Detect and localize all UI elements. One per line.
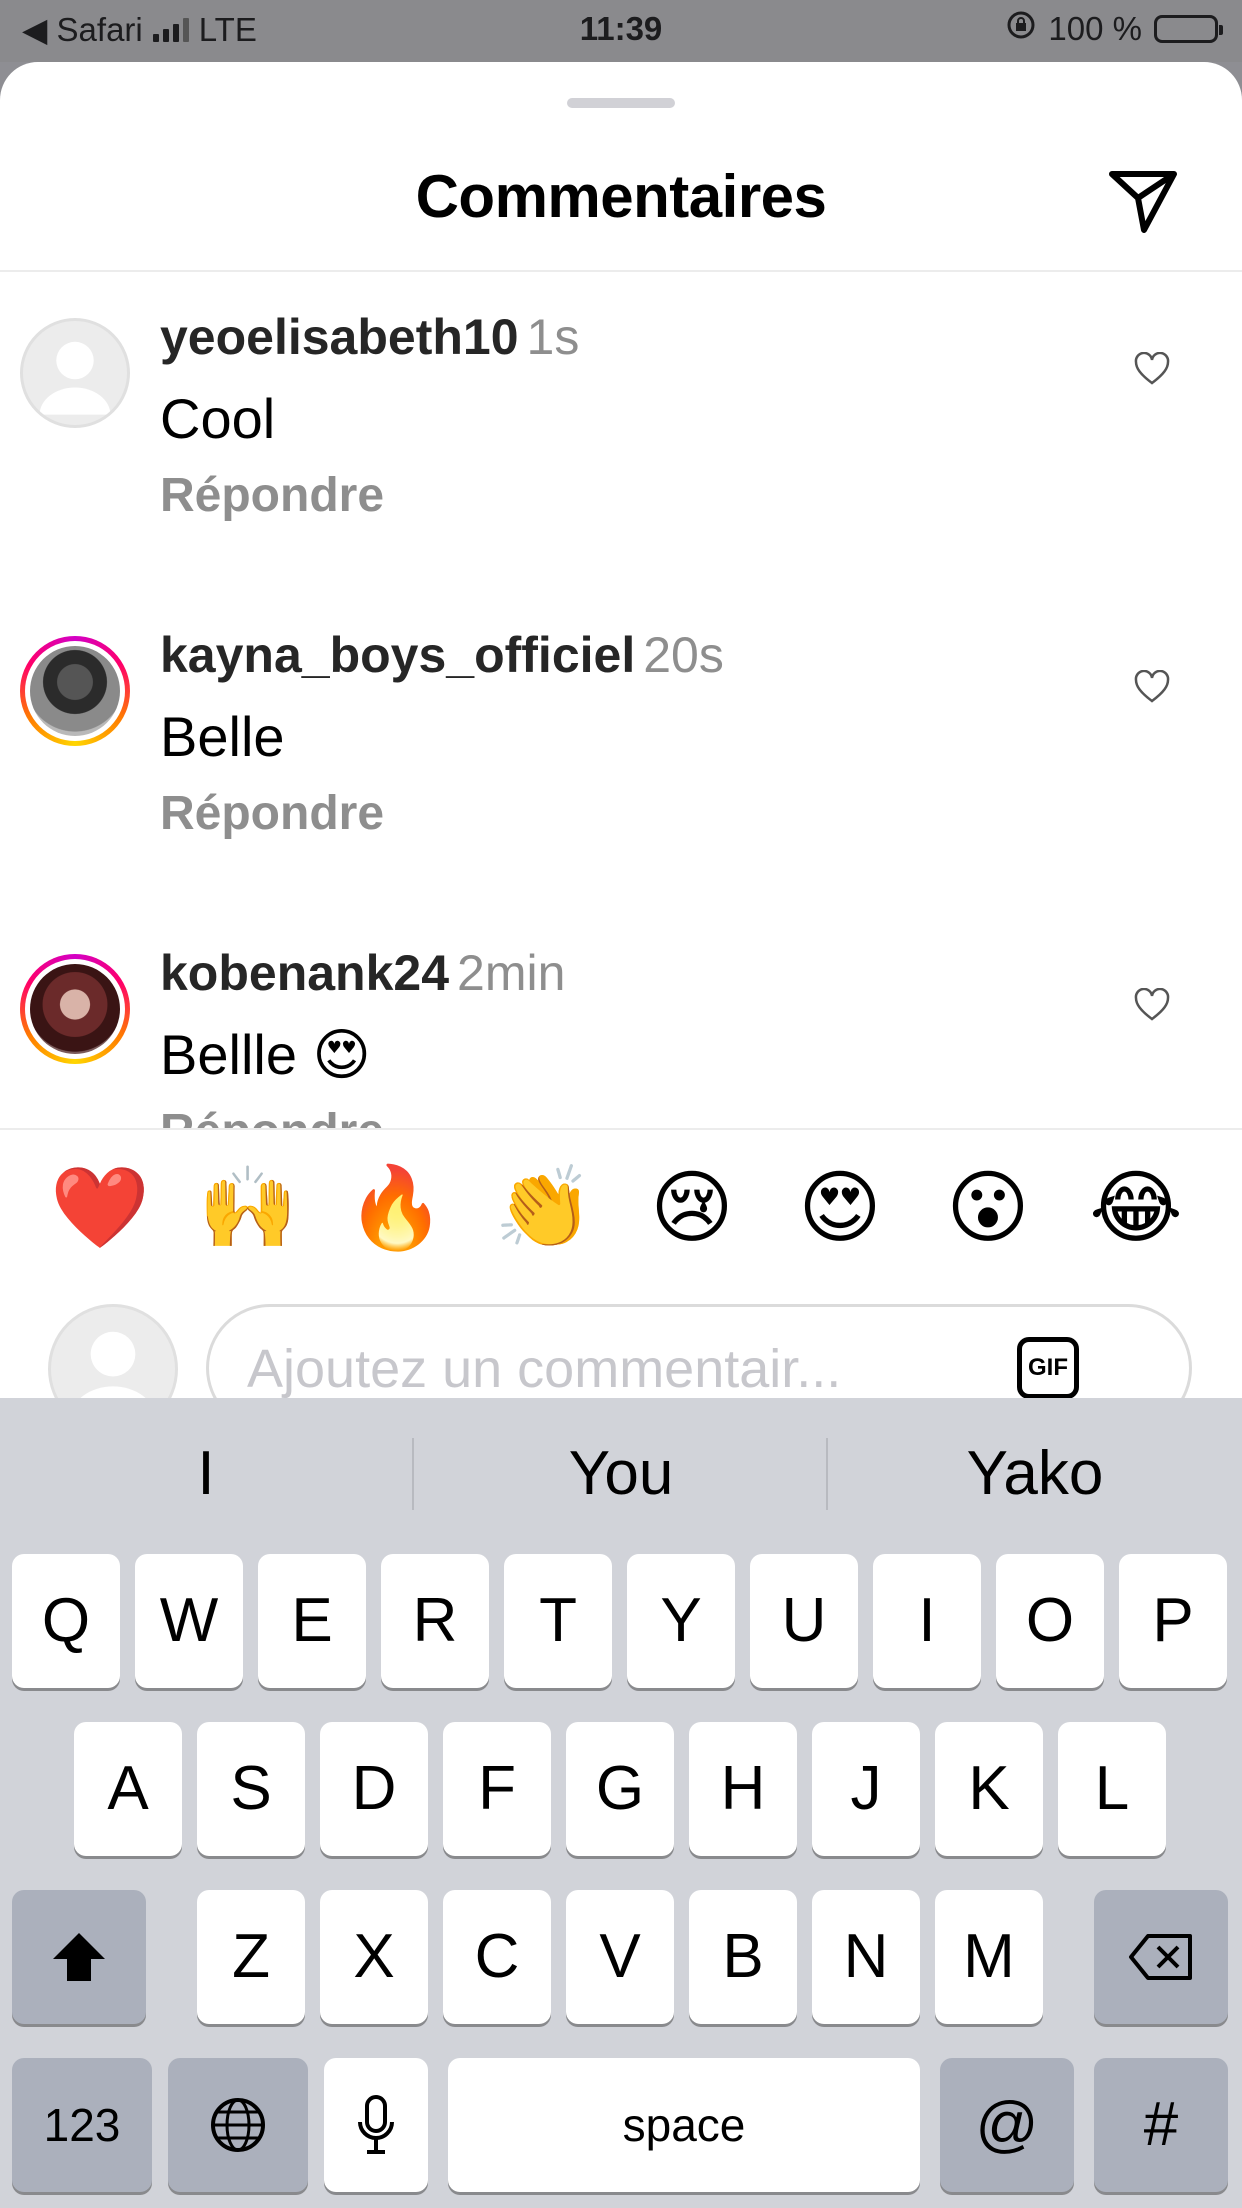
shift-key[interactable] xyxy=(12,1890,146,2024)
suggestion-3[interactable]: Yako xyxy=(829,1438,1241,1509)
comment-text: Cool xyxy=(160,387,276,450)
like-heart-icon[interactable] xyxy=(1134,987,1170,1022)
gif-button[interactable]: GIF xyxy=(1017,1337,1079,1398)
comment-item: kayna_boys_officiel 20s Belle Répondre xyxy=(0,590,1242,908)
comment-composer: GIF xyxy=(0,1242,1242,1398)
key-e[interactable]: E xyxy=(258,1554,366,1688)
share-paper-plane-icon[interactable] xyxy=(1108,168,1178,234)
avatar[interactable] xyxy=(20,318,130,428)
key-p[interactable]: P xyxy=(1119,1554,1227,1688)
globe-key[interactable] xyxy=(168,2058,308,2192)
key-n[interactable]: N xyxy=(812,1890,920,2024)
key-z[interactable]: Z xyxy=(197,1890,305,2024)
microphone-icon xyxy=(358,2095,394,2154)
page-title: Commentaires xyxy=(415,163,827,230)
comment-timestamp: 20s xyxy=(643,627,724,683)
suggestion-divider xyxy=(826,1438,828,1510)
key-a[interactable]: A xyxy=(74,1722,182,1856)
key-v[interactable]: V xyxy=(566,1890,674,2024)
status-right: 100 % xyxy=(1006,10,1223,48)
key-k[interactable]: K xyxy=(935,1722,1043,1856)
reply-button[interactable]: Répondre xyxy=(160,1104,384,1128)
reply-button[interactable]: Répondre xyxy=(160,786,384,841)
hash-key[interactable]: # xyxy=(1094,2058,1228,2192)
suggestion-1[interactable]: I xyxy=(0,1438,412,1509)
key-y[interactable]: Y xyxy=(627,1554,735,1688)
key-u[interactable]: U xyxy=(750,1554,858,1688)
key-b[interactable]: B xyxy=(689,1890,797,2024)
predictive-bar: I You Yako xyxy=(0,1398,1242,1548)
comment-input[interactable] xyxy=(245,1307,1009,1398)
key-x[interactable]: X xyxy=(320,1890,428,2024)
backspace-key[interactable] xyxy=(1094,1890,1228,2024)
status-bar: ◀ Safari LTE 11:39 100 % xyxy=(0,0,1242,62)
comment-header: kobenank24 2min xyxy=(160,944,565,1002)
key-w[interactable]: W xyxy=(135,1554,243,1688)
comment-item: kobenank242min Bellle 😍 Répondre xyxy=(0,908,1242,1128)
comment-text: Belle xyxy=(160,705,285,768)
sheet-grabber[interactable] xyxy=(567,98,675,108)
dictation-key[interactable] xyxy=(324,2058,428,2192)
key-m[interactable]: M xyxy=(935,1890,1043,2024)
comments-list[interactable]: yeoelisabeth10 1s Cool Répondre kayna_boy… xyxy=(0,272,1242,1128)
globe-icon xyxy=(211,2098,265,2152)
suggestion-divider xyxy=(412,1438,414,1510)
key-c[interactable]: C xyxy=(443,1890,551,2024)
emoji-divider xyxy=(0,1128,1242,1130)
suggestion-2[interactable]: You xyxy=(415,1438,827,1509)
avatar[interactable] xyxy=(20,954,130,1064)
comment-username[interactable]: kobenank24 xyxy=(160,945,449,1001)
comment-header: kayna_boys_officiel 20s xyxy=(160,626,724,684)
key-g[interactable]: G xyxy=(566,1722,674,1856)
reply-button[interactable]: Répondre xyxy=(160,468,384,523)
keyboard: I You Yako Q W E R T Y U I O P A S D F G… xyxy=(0,1398,1242,2208)
space-key[interactable]: space xyxy=(448,2058,920,2192)
my-avatar xyxy=(48,1304,178,1398)
rotation-lock-icon xyxy=(1006,10,1036,48)
comment-username[interactable]: yeoelisabeth10 xyxy=(160,309,519,365)
battery-percent: 100 % xyxy=(1048,10,1142,47)
key-d[interactable]: D xyxy=(320,1722,428,1856)
key-i[interactable]: I xyxy=(873,1554,981,1688)
key-o[interactable]: O xyxy=(996,1554,1104,1688)
key-j[interactable]: J xyxy=(812,1722,920,1856)
comment-input-box[interactable]: GIF xyxy=(206,1304,1192,1398)
comment-text: Bellle 😍 xyxy=(160,1023,371,1086)
numbers-key[interactable]: 123 xyxy=(12,2058,152,2192)
backspace-icon xyxy=(1129,1934,1192,1980)
at-key[interactable]: @ xyxy=(940,2058,1074,2192)
comment-header: yeoelisabeth10 1s xyxy=(160,308,579,366)
avatar[interactable] xyxy=(20,636,130,746)
comment-username[interactable]: kayna_boys_officiel xyxy=(160,627,635,683)
like-heart-icon[interactable] xyxy=(1134,351,1170,386)
key-f[interactable]: F xyxy=(443,1722,551,1856)
shift-arrow-icon xyxy=(53,1933,105,1981)
comment-timestamp: 1s xyxy=(526,309,580,365)
key-r[interactable]: R xyxy=(381,1554,489,1688)
key-h[interactable]: H xyxy=(689,1722,797,1856)
like-heart-icon[interactable] xyxy=(1134,669,1170,704)
key-l[interactable]: L xyxy=(1058,1722,1166,1856)
comment-timestamp: 2min xyxy=(457,945,566,1001)
key-s[interactable]: S xyxy=(197,1722,305,1856)
battery-icon xyxy=(1154,15,1223,43)
comments-sheet: Commentaires yeoelisabeth10 1s Cool Répon… xyxy=(0,62,1242,1398)
key-t[interactable]: T xyxy=(504,1554,612,1688)
key-q[interactable]: Q xyxy=(12,1554,120,1688)
comment-item: yeoelisabeth10 1s Cool Répondre xyxy=(0,272,1242,590)
